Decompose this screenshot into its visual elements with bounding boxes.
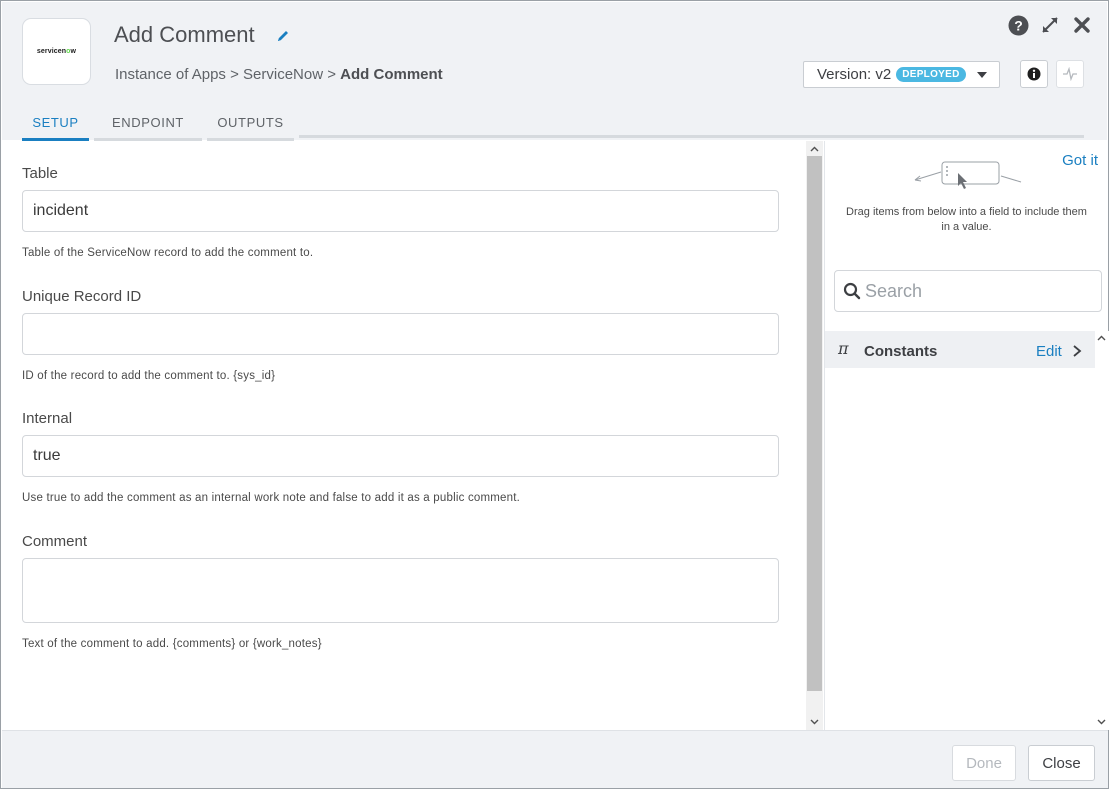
expand-icon[interactable] <box>1039 14 1061 36</box>
constants-label: Constants <box>864 343 938 360</box>
form-scrollbar[interactable] <box>806 141 823 730</box>
tab-setup[interactable]: SETUP <box>22 112 89 141</box>
scroll-down-icon[interactable] <box>1097 717 1106 726</box>
variables-panel: Got it Drag items from below into a fiel… <box>824 141 1108 730</box>
activity-icon <box>1063 67 1077 81</box>
drag-hint-text: Drag items from below into a field to in… <box>846 206 1087 233</box>
chevron-down-icon <box>977 72 987 78</box>
breadcrumb: Instance of Apps > ServiceNow > Add Comm… <box>115 66 443 83</box>
comment-input[interactable] <box>22 558 779 623</box>
add-comment-dialog: servicenow Add Comment Instance of Apps … <box>0 0 1109 789</box>
dialog-footer: Done Close <box>2 730 1108 788</box>
table-label: Table <box>22 165 58 182</box>
drag-illustration-icon <box>914 161 1022 189</box>
scrollbar-thumb[interactable] <box>807 156 822 691</box>
record-id-help-text: ID of the record to add the comment to. … <box>22 370 276 382</box>
help-icon[interactable]: ? <box>1007 14 1029 36</box>
search-field[interactable] <box>834 270 1102 312</box>
search-icon <box>843 282 861 300</box>
panel-scrollbar[interactable] <box>1095 331 1109 730</box>
version-select[interactable]: Version: v2 DEPLOYED <box>803 61 1000 88</box>
internal-label: Internal <box>22 410 73 427</box>
record-id-input[interactable] <box>22 313 779 355</box>
tab-underline <box>299 135 1084 138</box>
constants-section[interactable]: π Constants Edit <box>825 331 1095 368</box>
chevron-right-icon[interactable] <box>1071 344 1083 358</box>
tab-bar: SETUP ENDPOINT OUTPUTS <box>22 112 299 141</box>
activity-button[interactable] <box>1056 60 1084 88</box>
edit-constants-link[interactable]: Edit <box>1036 343 1062 360</box>
breadcrumb-current: Add Comment <box>340 66 443 83</box>
breadcrumb-item-apps[interactable]: Instance of Apps <box>115 66 226 83</box>
dialog-header: servicenow Add Comment Instance of Apps … <box>2 2 1107 141</box>
tab-outputs[interactable]: OUTPUTS <box>207 112 294 141</box>
internal-help-text: Use true to add the comment as an intern… <box>22 492 521 504</box>
breadcrumb-separator: > <box>323 66 341 83</box>
comment-label: Comment <box>22 533 88 550</box>
got-it-link[interactable]: Got it <box>1062 152 1098 169</box>
page-title: Add Comment <box>114 22 255 47</box>
breadcrumb-item-servicenow[interactable]: ServiceNow <box>243 66 323 83</box>
scroll-up-icon[interactable] <box>1097 334 1106 343</box>
setup-form: Table incident Table of the ServiceNow r… <box>2 141 805 730</box>
breadcrumb-separator: > <box>225 66 244 83</box>
done-button[interactable]: Done <box>952 745 1016 781</box>
close-icon[interactable] <box>1071 14 1093 36</box>
window-controls: ? <box>1007 14 1093 36</box>
comment-help-text: Text of the comment to add. {comments} o… <box>22 638 322 650</box>
deployed-badge: DEPLOYED <box>896 67 966 82</box>
table-input[interactable]: incident <box>22 190 779 232</box>
close-button[interactable]: Close <box>1028 745 1095 781</box>
table-help-text: Table of the ServiceNow record to add th… <box>22 247 314 259</box>
scroll-down-icon[interactable] <box>810 717 819 726</box>
scroll-up-icon[interactable] <box>810 145 819 154</box>
tab-endpoint[interactable]: ENDPOINT <box>94 112 202 141</box>
version-label: Version: v2 <box>817 66 892 83</box>
info-icon <box>1027 67 1041 81</box>
servicenow-logo: servicenow <box>22 18 91 85</box>
logo-text: servicenow <box>36 48 77 55</box>
record-id-label: Unique Record ID <box>22 288 142 305</box>
search-input[interactable] <box>865 280 1085 302</box>
info-button[interactable] <box>1020 60 1048 88</box>
pi-icon: π <box>838 339 849 358</box>
pencil-icon[interactable] <box>276 29 290 43</box>
internal-input[interactable]: true <box>22 435 779 477</box>
svg-text:?: ? <box>1014 17 1023 33</box>
